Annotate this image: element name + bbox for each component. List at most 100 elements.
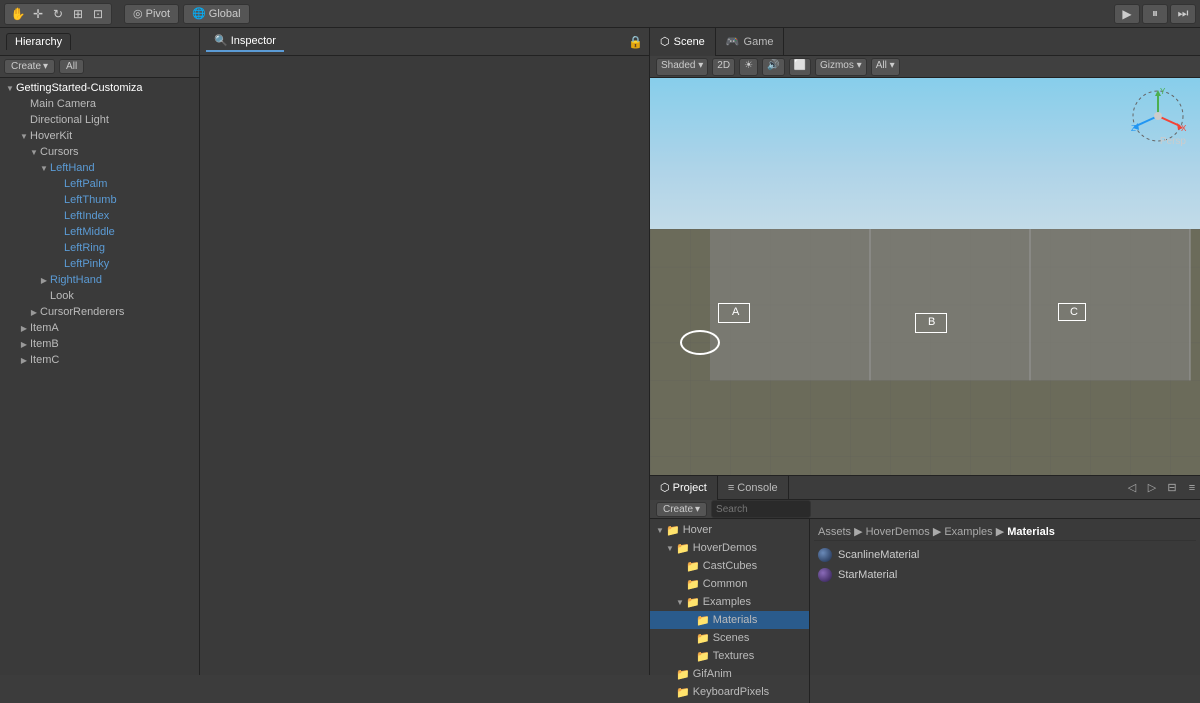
hand-tool-icon[interactable]: ✋ bbox=[9, 5, 27, 23]
pivot-label: Pivot bbox=[146, 8, 170, 20]
bottom-panel-forward-icon[interactable]: ▷ bbox=[1144, 480, 1160, 496]
asset-item-scanline[interactable]: ScanlineMaterial bbox=[814, 545, 1196, 565]
hierarchy-all-label: All bbox=[66, 61, 77, 72]
asset-item-star[interactable]: StarMaterial bbox=[814, 565, 1196, 585]
pause-button[interactable]: ⏸ bbox=[1142, 4, 1168, 24]
transform-tools[interactable]: ✋ ✛ ↻ ⊞ ⊡ bbox=[4, 3, 112, 25]
play-button[interactable]: ▶ bbox=[1114, 4, 1140, 24]
common-folder-icon: 📁 bbox=[686, 578, 700, 591]
project-item-scenes[interactable]: ▶ 📁 Scenes bbox=[650, 629, 809, 647]
scene-tab[interactable]: ⬡ Scene bbox=[650, 28, 716, 56]
scene-tab-label: Scene bbox=[674, 36, 705, 48]
bottom-content: ▼ 📁 Hover ▼ 📁 HoverDemos ▶ 📁 CastCu bbox=[650, 519, 1200, 703]
scene-sky bbox=[650, 78, 1200, 237]
tree-item-cursors[interactable]: ▼ Cursors bbox=[0, 144, 199, 160]
global-button[interactable]: 🌐 Global bbox=[183, 4, 250, 24]
move-tool-icon[interactable]: ✛ bbox=[29, 5, 47, 23]
project-item-materials[interactable]: ▶ 📁 Materials bbox=[650, 611, 809, 629]
scale-tool-icon[interactable]: ⊞ bbox=[69, 5, 87, 23]
tree-item-leftpinky[interactable]: ▶ LeftPinky bbox=[0, 256, 199, 272]
common-label: Common bbox=[703, 578, 748, 590]
tree-item-itemc[interactable]: ▶ ItemC bbox=[0, 352, 199, 368]
cursorrenderers-arrow-icon: ▶ bbox=[28, 306, 40, 318]
rotate-tool-icon[interactable]: ↻ bbox=[49, 5, 67, 23]
project-item-common[interactable]: ▶ 📁 Common bbox=[650, 575, 809, 593]
examples-arrow-icon: ▼ bbox=[674, 596, 686, 608]
inspector-lock-icon[interactable]: 🔒 bbox=[628, 35, 643, 49]
console-tab[interactable]: ≡ Console bbox=[718, 476, 789, 500]
project-item-textures[interactable]: ▶ 📁 Textures bbox=[650, 647, 809, 665]
project-item-castcubes[interactable]: ▶ 📁 CastCubes bbox=[650, 557, 809, 575]
tree-item-directional-light[interactable]: ▶ Directional Light bbox=[0, 112, 199, 128]
hierarchy-create-arrow: ▾ bbox=[43, 61, 48, 72]
scene-tab-icon: ⬡ bbox=[660, 35, 670, 48]
tree-item-hoverkit[interactable]: ▼ HoverKit bbox=[0, 128, 199, 144]
tree-item-leftthumb[interactable]: ▶ LeftThumb bbox=[0, 192, 199, 208]
scene-object-c-label: C bbox=[1070, 306, 1078, 318]
hoverkit-arrow-icon: ▼ bbox=[18, 130, 30, 142]
itemb-arrow-icon: ▶ bbox=[18, 338, 30, 350]
project-item-hoverdemos[interactable]: ▼ 📁 HoverDemos bbox=[650, 539, 809, 557]
hierarchy-tree[interactable]: ▼ GettingStarted-Customiza ▶ Main Camera… bbox=[0, 78, 199, 675]
hover-arrow-icon: ▼ bbox=[654, 524, 666, 536]
tree-item-leftindex[interactable]: ▶ LeftIndex bbox=[0, 208, 199, 224]
itema-arrow-icon: ▶ bbox=[18, 322, 30, 334]
inspector-tab-label: Inspector bbox=[231, 35, 276, 47]
hierarchy-all-button[interactable]: All bbox=[59, 59, 84, 74]
itemc-arrow-icon: ▶ bbox=[18, 354, 30, 366]
scene-viewport[interactable]: A B C Y X bbox=[650, 78, 1200, 475]
scene-all-button[interactable]: All ▾ bbox=[871, 58, 900, 76]
project-create-button[interactable]: Create ▾ bbox=[656, 502, 707, 517]
project-search-input[interactable] bbox=[711, 500, 811, 518]
inspector-tab[interactable]: 🔍 Inspector bbox=[206, 31, 284, 52]
leftring-label: LeftRing bbox=[64, 242, 105, 254]
tree-root-item[interactable]: ▼ GettingStarted-Customiza bbox=[0, 80, 199, 96]
tree-item-leftpalm[interactable]: ▶ LeftPalm bbox=[0, 176, 199, 192]
step-icon: ⏭ bbox=[1178, 6, 1189, 21]
tree-item-main-camera[interactable]: ▶ Main Camera bbox=[0, 96, 199, 112]
hierarchy-tab[interactable]: Hierarchy bbox=[6, 33, 71, 50]
gizmos-dropdown[interactable]: Gizmos ▾ bbox=[815, 58, 867, 76]
twod-button[interactable]: 2D bbox=[712, 58, 735, 76]
root-label: GettingStarted-Customiza bbox=[16, 82, 143, 94]
effects-button[interactable]: ⬜ bbox=[789, 58, 811, 76]
hover-folder-icon: 📁 bbox=[666, 524, 680, 537]
itemb-label: ItemB bbox=[30, 338, 59, 350]
main-layout: Hierarchy Create ▾ All ▼ GettingStarted-… bbox=[0, 28, 1200, 675]
righthand-label: RightHand bbox=[50, 274, 102, 286]
tree-item-leftmiddle[interactable]: ▶ LeftMiddle bbox=[0, 224, 199, 240]
game-tab-label: Game bbox=[744, 36, 774, 48]
pivot-button[interactable]: ◎ Pivot bbox=[124, 4, 179, 24]
game-tab[interactable]: 🎮 Game bbox=[716, 28, 785, 56]
scene-game-tabs: ⬡ Scene 🎮 Game bbox=[650, 28, 1200, 56]
project-item-keyboardpixels[interactable]: ▶ 📁 KeyboardPixels bbox=[650, 683, 809, 701]
bottom-panel-menu-icon[interactable]: ≡ bbox=[1184, 480, 1200, 496]
project-item-examples[interactable]: ▼ 📁 Examples bbox=[650, 593, 809, 611]
tree-item-righthand[interactable]: ▶ RightHand bbox=[0, 272, 199, 288]
gizmos-label: Gizmos bbox=[820, 60, 854, 71]
tree-item-cursorrenderers[interactable]: ▶ CursorRenderers bbox=[0, 304, 199, 320]
shaded-dropdown[interactable]: Shaded ▾ bbox=[656, 58, 708, 76]
leftpinky-label: LeftPinky bbox=[64, 258, 109, 270]
tree-item-look[interactable]: ▶ Look bbox=[0, 288, 199, 304]
project-item-gifanim[interactable]: ▶ 📁 GifAnim bbox=[650, 665, 809, 683]
tree-item-leftring[interactable]: ▶ LeftRing bbox=[0, 240, 199, 256]
audio-button[interactable]: 🔊 bbox=[762, 58, 784, 76]
hierarchy-create-button[interactable]: Create ▾ bbox=[4, 59, 55, 74]
lighting-button[interactable]: ☀ bbox=[739, 58, 758, 76]
scanline-label: ScanlineMaterial bbox=[838, 549, 919, 561]
bottom-panel-collapse-icon[interactable]: ⊟ bbox=[1164, 480, 1180, 496]
hoverdemos-folder-icon: 📁 bbox=[676, 542, 690, 555]
project-item-hover[interactable]: ▼ 📁 Hover bbox=[650, 521, 809, 539]
rect-tool-icon[interactable]: ⊡ bbox=[89, 5, 107, 23]
bottom-tabs: ⬡ Project ≡ Console ◁ ▷ ⊟ ≡ bbox=[650, 476, 1200, 500]
global-label: Global bbox=[209, 8, 241, 20]
tree-item-lefthand[interactable]: ▼ LeftHand bbox=[0, 160, 199, 176]
tree-item-itemb[interactable]: ▶ ItemB bbox=[0, 336, 199, 352]
step-button[interactable]: ⏭ bbox=[1170, 4, 1196, 24]
project-tab[interactable]: ⬡ Project bbox=[650, 476, 718, 500]
light-label: Directional Light bbox=[30, 114, 109, 126]
tree-item-itema[interactable]: ▶ ItemA bbox=[0, 320, 199, 336]
project-tree[interactable]: ▼ 📁 Hover ▼ 📁 HoverDemos ▶ 📁 CastCu bbox=[650, 519, 810, 703]
bottom-panel-back-icon[interactable]: ◁ bbox=[1124, 480, 1140, 496]
